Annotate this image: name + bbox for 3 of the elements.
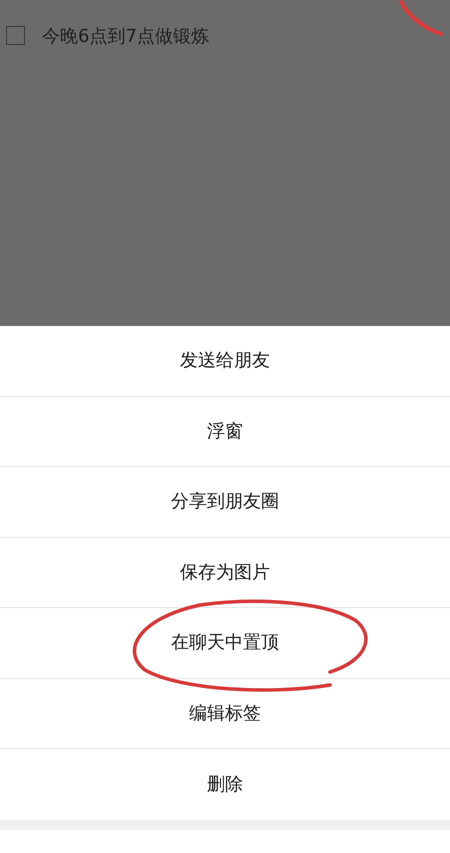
annotation-stroke: [399, 0, 443, 36]
checkbox[interactable]: [6, 26, 25, 45]
task-text: 今晚6点到7点做锻炼: [42, 26, 209, 48]
